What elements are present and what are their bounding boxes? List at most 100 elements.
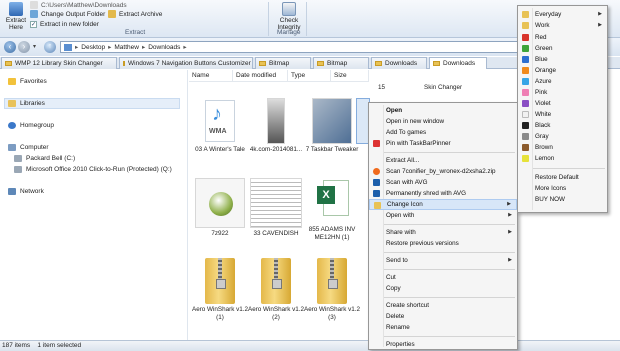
azure-folder-icon: [522, 78, 529, 85]
excel-file-icon: X: [315, 178, 349, 224]
icon-menu-work[interactable]: Work ▶: [518, 20, 607, 31]
tab-nav-buttons-customizer[interactable]: Windows 7 Navigation Buttons Customizer: [119, 57, 253, 69]
tab-downloads-1[interactable]: Downloads: [371, 57, 427, 69]
menu-create-shortcut[interactable]: Create shortcut: [369, 300, 517, 311]
back-button[interactable]: ‹: [4, 41, 16, 53]
column-date-modified[interactable]: Date modified: [233, 70, 288, 81]
up-button[interactable]: ↑: [44, 41, 56, 53]
menu-shred-avg[interactable]: Permanently shred with AVG: [369, 188, 517, 199]
submenu-arrow-icon: ▶: [598, 11, 602, 17]
icon-menu-gray[interactable]: Gray: [518, 131, 607, 142]
folder-icon: [30, 10, 38, 18]
menu-pin-taskbarpinner[interactable]: Pin with TaskBarPinner: [369, 138, 517, 149]
file-item[interactable]: 4k.com-2014081...: [248, 98, 304, 154]
document-thumbnail: [250, 178, 302, 228]
icon-menu-everyday[interactable]: Everyday ▶: [518, 9, 607, 20]
file-item[interactable]: ♪ WMA 03 A Winter's Tale: [192, 98, 248, 154]
column-headers: Name Date modified Type Size: [189, 70, 369, 82]
file-item[interactable]: 7 Taskbar Tweaker: [304, 98, 360, 154]
menu-send-to[interactable]: Send to ▶: [369, 255, 517, 266]
red-folder-icon: [522, 34, 529, 41]
computer-icon: [8, 144, 16, 151]
nav-libraries[interactable]: Libraries: [4, 98, 180, 109]
submenu-arrow-icon: ▶: [598, 22, 602, 28]
menu-cut[interactable]: Cut: [369, 272, 517, 283]
icon-menu-more-icons[interactable]: More Icons: [518, 183, 607, 194]
folder-icon: [5, 61, 12, 66]
breadcrumb-downloads[interactable]: Downloads: [148, 44, 180, 51]
nav-drive-c[interactable]: Packard Bell (C:): [14, 155, 75, 162]
forward-button[interactable]: ›: [18, 41, 30, 53]
address-bar[interactable]: ▸ Desktop ▸ Matthew ▸ Downloads ▸: [60, 41, 530, 53]
integrity-icon: [282, 2, 296, 16]
icon-menu-brown[interactable]: Brown: [518, 142, 607, 153]
file-item[interactable]: 33 CAVENDISH: [248, 178, 304, 238]
icon-menu-buy-now[interactable]: BUY NOW: [518, 194, 607, 205]
menu-open-with[interactable]: Open with ▶: [369, 210, 517, 221]
file-item[interactable]: Aero WinShark v1.2 (1): [192, 258, 248, 321]
blue-folder-icon: [522, 56, 529, 63]
menu-open-new-window[interactable]: Open in new window: [369, 116, 517, 127]
breadcrumb-desktop[interactable]: Desktop: [81, 44, 105, 51]
menu-open[interactable]: Open: [369, 105, 517, 116]
change-output-button[interactable]: Change Output Folder: [30, 9, 105, 19]
breadcrumb-matthew[interactable]: Matthew: [114, 44, 139, 51]
icon-menu-green[interactable]: Green: [518, 43, 607, 54]
extract-new-folder-checkbox[interactable]: Extract in new folder: [30, 19, 99, 29]
icon-menu-black[interactable]: Black: [518, 120, 607, 131]
up-arrow-icon: ↑: [48, 43, 52, 50]
submenu-arrow-icon: ▶: [508, 229, 512, 235]
menu-add-to-games[interactable]: Add To games: [369, 127, 517, 138]
icon-menu-blue[interactable]: Blue: [518, 54, 607, 65]
icon-menu-azure[interactable]: Azure: [518, 76, 607, 87]
black-folder-icon: [522, 122, 529, 129]
file-item[interactable]: 7z922: [192, 178, 248, 238]
wma-file-icon: ♪ WMA: [203, 98, 237, 144]
icon-menu-restore-default[interactable]: Restore Default: [518, 172, 607, 183]
recent-dropdown[interactable]: ▾: [33, 43, 36, 50]
ribbon-group-manage: Manage: [277, 29, 301, 36]
icon-menu-orange[interactable]: Orange: [518, 65, 607, 76]
file-item[interactable]: Aero WinShark v1.2 (2): [248, 258, 304, 321]
tab-bitmap-1[interactable]: Bitmap: [255, 57, 311, 69]
file-item[interactable]: Aero WinShark v1.2 (3): [304, 258, 360, 321]
icon-menu-lemon[interactable]: Lemon: [518, 153, 607, 164]
menu-rename[interactable]: Rename: [369, 322, 517, 333]
status-selected: 1 item selected: [37, 342, 82, 349]
menu-share-with[interactable]: Share with ▶: [369, 227, 517, 238]
menu-change-icon[interactable]: Change Icon ▶: [369, 199, 517, 210]
icon-menu-white[interactable]: White: [518, 109, 607, 120]
menu-restore-previous[interactable]: Restore previous versions: [369, 238, 517, 249]
icon-menu-violet[interactable]: Violet: [518, 98, 607, 109]
column-size[interactable]: Size: [331, 70, 369, 81]
menu-delete[interactable]: Delete: [369, 311, 517, 322]
pin-icon: [373, 140, 380, 147]
nav-homegroup[interactable]: Homegroup: [8, 122, 54, 129]
nav-drive-q[interactable]: Microsoft Office 2010 Click-to-Run (Prot…: [14, 166, 172, 173]
menu-properties[interactable]: Properties: [369, 339, 517, 350]
nav-favorites[interactable]: Favorites: [8, 78, 47, 85]
file-item[interactable]: X 855 ADAMS INV ME12HN (1): [304, 178, 360, 241]
avg-icon: [373, 190, 380, 197]
menu-copy[interactable]: Copy: [369, 283, 517, 294]
forward-arrow-icon: ›: [22, 42, 26, 51]
menu-scan-avg[interactable]: Scan with AVG: [369, 177, 517, 188]
nav-network[interactable]: Network: [8, 188, 44, 195]
ribbon-group-extract: Extract: [125, 29, 146, 36]
menu-scan-file[interactable]: Scan 7conifier_by_wronex-d2xsha2.zip: [369, 166, 517, 177]
folder-icon: [375, 61, 382, 66]
menu-extract-all[interactable]: Extract All...: [369, 155, 517, 166]
pink-folder-icon: [522, 89, 529, 96]
image-thumbnail: [267, 98, 285, 144]
extract-archive-button[interactable]: Extract Archive: [108, 9, 162, 19]
icon-menu-pink[interactable]: Pink: [518, 87, 607, 98]
extract-here-button[interactable]: Extract Here: [1, 2, 31, 38]
tab-downloads-2[interactable]: Downloads: [429, 57, 487, 69]
navigation-pane: Favorites Libraries Homegroup Computer P…: [0, 70, 188, 340]
column-type[interactable]: Type: [288, 70, 331, 81]
nav-computer[interactable]: Computer: [8, 144, 49, 151]
tab-wmp-skin-changer[interactable]: WMP 12 Library Skin Changer: [1, 57, 117, 69]
icon-menu-red[interactable]: Red: [518, 32, 607, 43]
column-name[interactable]: Name: [189, 70, 233, 81]
tab-bitmap-2[interactable]: Bitmap: [313, 57, 369, 69]
